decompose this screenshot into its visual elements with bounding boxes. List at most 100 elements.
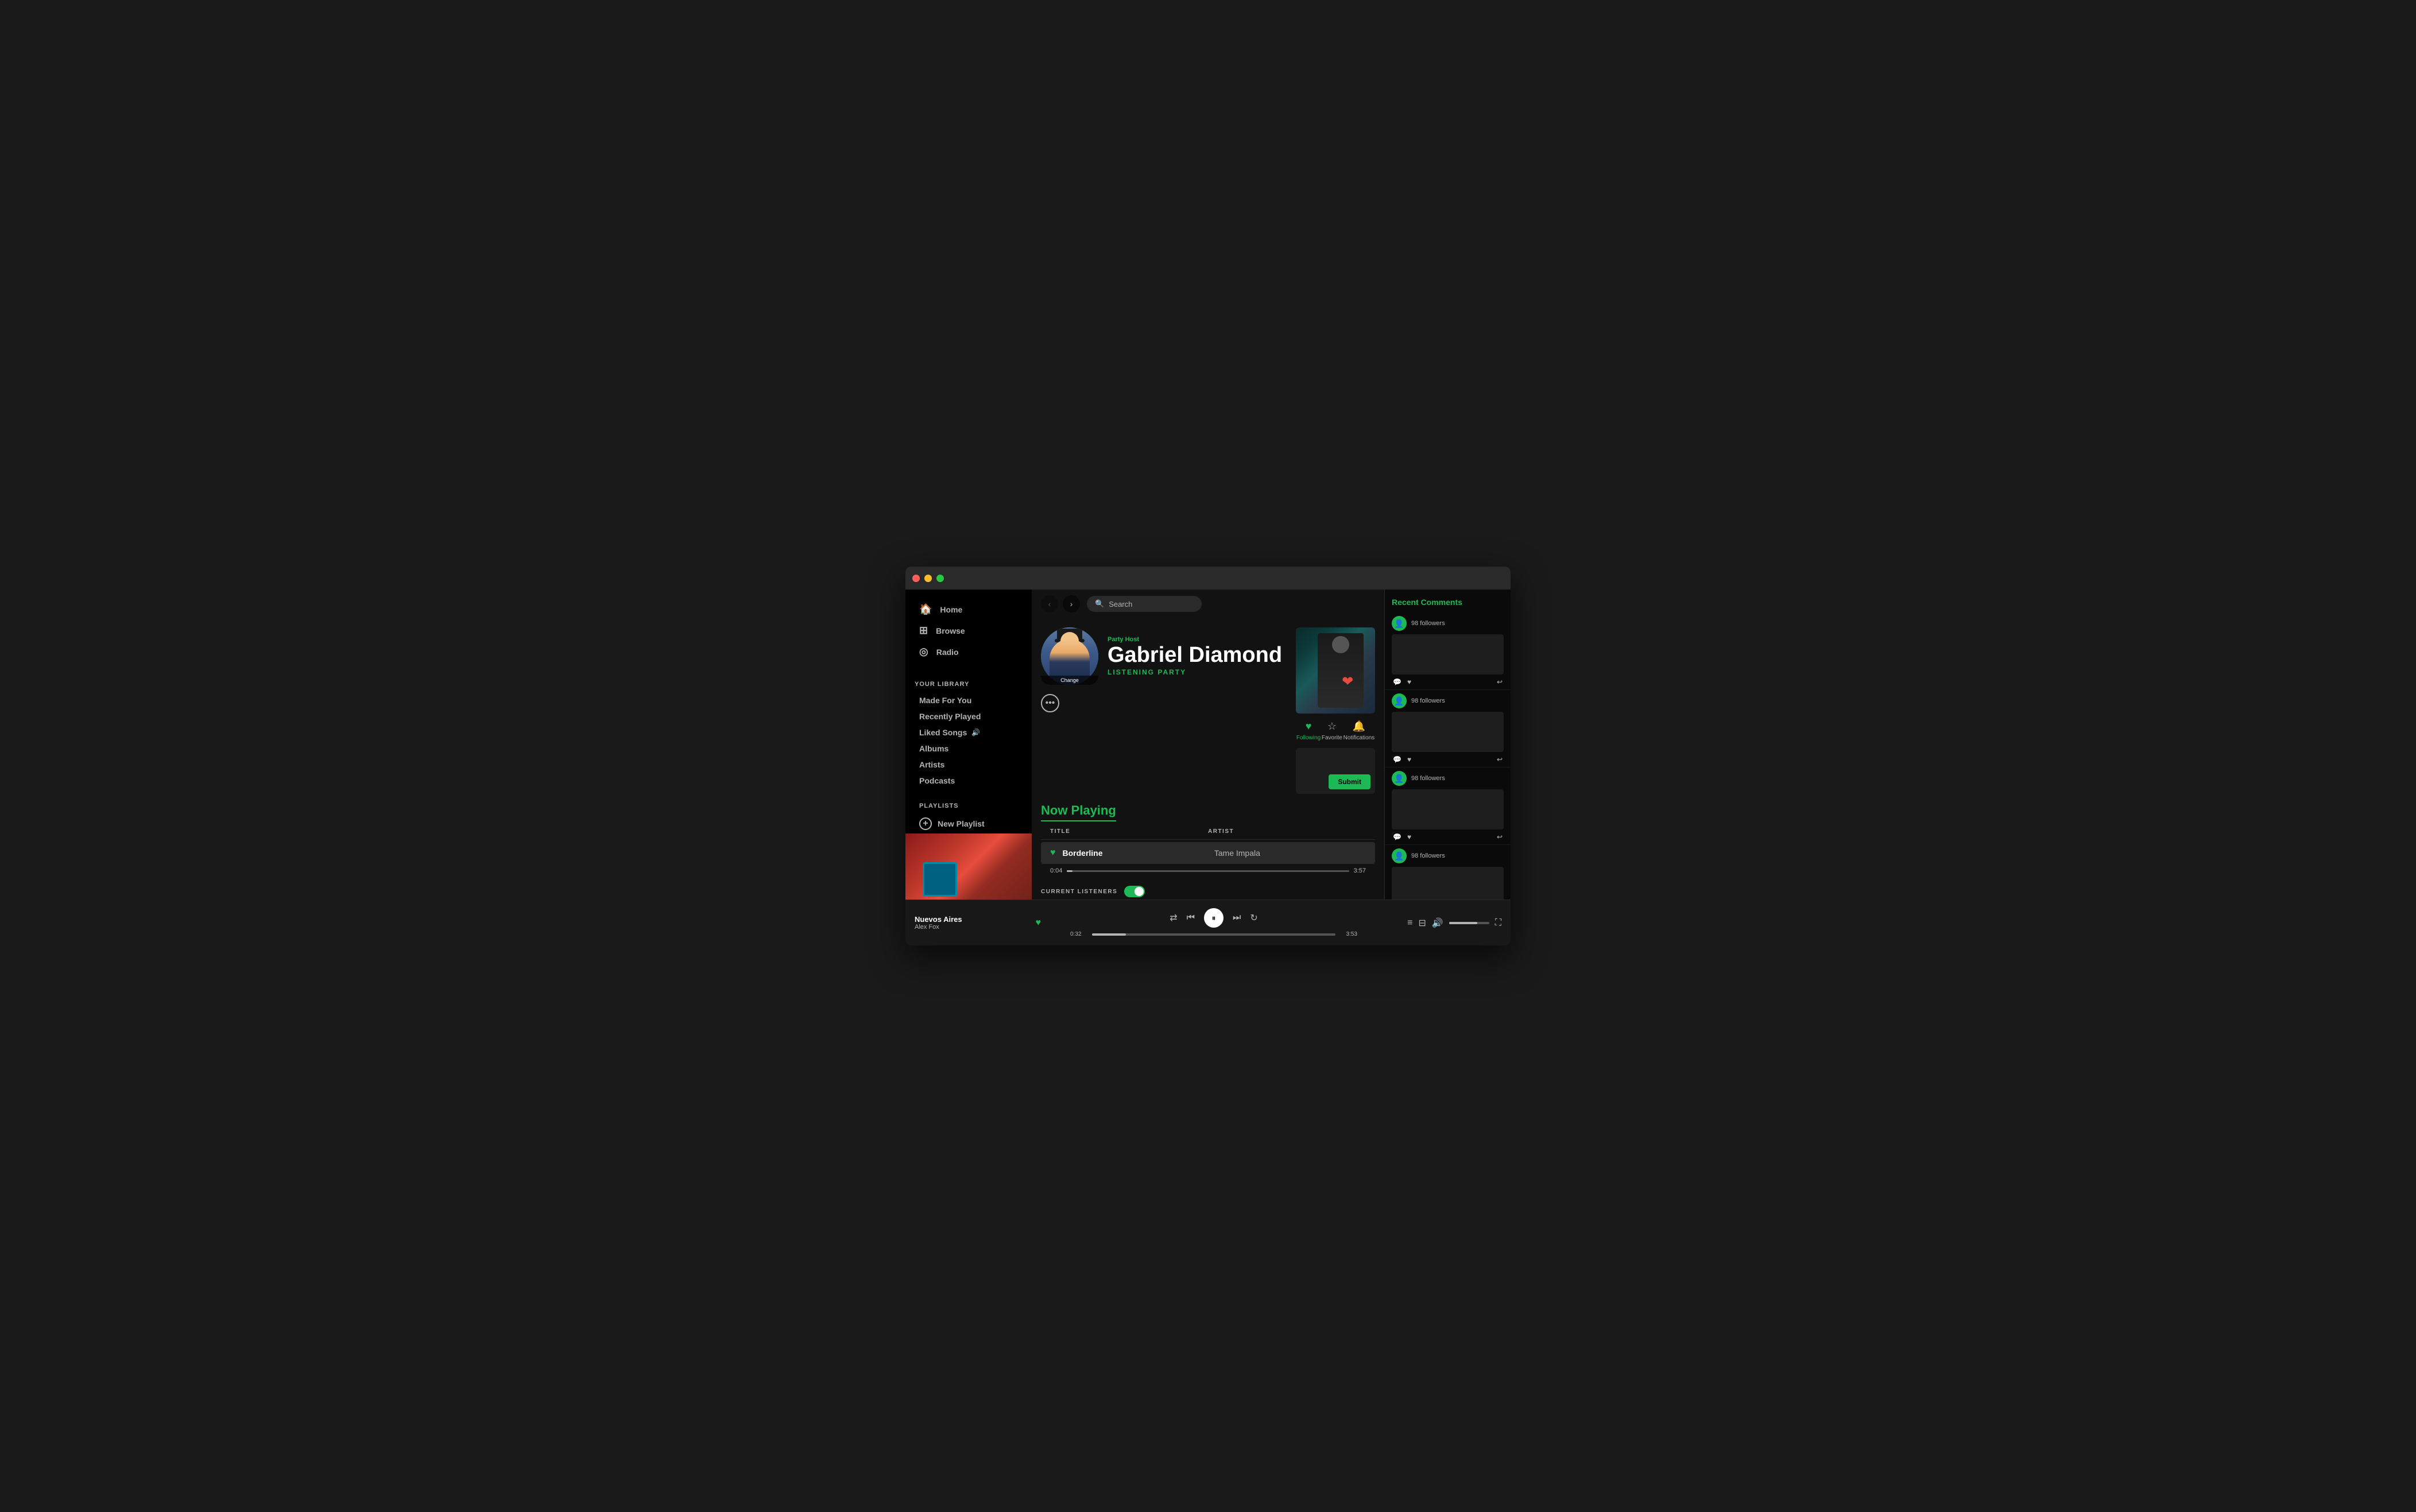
playlists-section: PLAYLISTS + New Playlist <box>905 793 1032 833</box>
volume-button[interactable]: 🔊 <box>1432 917 1443 929</box>
artists-label: Artists <box>919 760 944 769</box>
party-host-section: Change Party Host Gabriel Diamond LISTEN… <box>1032 618 1384 803</box>
comment-bubble-icon-1[interactable]: 💬 <box>1393 678 1401 686</box>
comment-user-row: 👤 98 followers <box>1392 616 1504 631</box>
app-window: 🏠 Home ⊞ Browse ◎ Radio YOUR LIBRARY Mad… <box>905 567 1511 945</box>
volume-fill <box>1449 922 1477 924</box>
notifications-label: Notifications <box>1343 735 1375 741</box>
comment-user-row-2: 👤 98 followers <box>1392 693 1504 708</box>
bottom-player: Nuevos Aires Alex Fox ♥ ⇄ ⏮ ⏸ ⏭ ↻ 0:32 3… <box>905 900 1511 945</box>
repeat-button[interactable]: ↻ <box>1250 912 1257 924</box>
new-playlist-label: New Playlist <box>938 819 985 828</box>
traffic-lights <box>912 575 944 582</box>
comment-reply-icon-3[interactable]: ↩ <box>1497 833 1503 841</box>
submit-button[interactable]: Submit <box>1329 774 1370 789</box>
party-host-label: Party Host <box>1108 636 1282 643</box>
maximize-button[interactable] <box>936 575 944 582</box>
comment-actions-2: 💬 ♥ ↩ <box>1392 755 1504 763</box>
listeners-header: CURRENT LISTENERS <box>1041 886 1375 897</box>
sidebar-item-browse[interactable]: ⊞ Browse <box>910 620 1027 641</box>
track-title: Borderline <box>1063 848 1214 858</box>
host-name: Gabriel Diamond <box>1108 644 1282 666</box>
more-button[interactable]: ••• <box>1041 694 1059 712</box>
top-bar: ‹ › 🔍 <box>1032 590 1384 618</box>
play-pause-button[interactable]: ⏸ <box>1204 908 1224 928</box>
search-input[interactable] <box>1109 600 1194 608</box>
fullscreen-button[interactable]: ⛶ <box>1495 918 1501 928</box>
search-bar: 🔍 <box>1087 596 1202 612</box>
comment-entry: 👤 98 followers 💬 ♥ ↩ <box>1385 845 1511 900</box>
home-icon: 🏠 <box>919 603 932 615</box>
forward-button[interactable]: › <box>1063 595 1080 612</box>
now-playing-section: Now Playing TITLE ARTIST ♥ Borderline Ta… <box>1032 803 1384 879</box>
track-time-row: 0:04 3:57 <box>1041 864 1375 874</box>
player-progress-bar[interactable] <box>1092 933 1335 936</box>
comment-heart-icon-3[interactable]: ♥ <box>1407 833 1411 841</box>
comment-followers-4: 98 followers <box>1411 852 1445 859</box>
new-playlist-button[interactable]: + New Playlist <box>910 814 1027 833</box>
comment-actions-1: 💬 ♥ ↩ <box>1392 678 1504 686</box>
comment-bubble-icon-3[interactable]: 💬 <box>1393 833 1401 841</box>
comment-avatar-3: 👤 <box>1392 771 1407 786</box>
following-button[interactable]: ♥ Following <box>1296 720 1321 741</box>
toggle-knob <box>1135 887 1144 896</box>
player-current-time: 0:32 <box>1070 931 1087 937</box>
sidebar-item-home[interactable]: 🏠 Home <box>910 599 1027 620</box>
app-body: 🏠 Home ⊞ Browse ◎ Radio YOUR LIBRARY Mad… <box>905 590 1511 900</box>
track-row[interactable]: ♥ Borderline Tame Impala <box>1041 842 1375 864</box>
browse-icon: ⊞ <box>919 625 928 637</box>
track-progress-bar[interactable] <box>1067 870 1349 872</box>
comment-entry: 👤 98 followers 💬 ♥ ↩ <box>1385 612 1511 690</box>
video-person <box>1318 633 1364 708</box>
notifications-button[interactable]: 🔔 Notifications <box>1343 720 1375 741</box>
library-item-made-for-you[interactable]: Made For You <box>910 692 1027 708</box>
track-artist: Tame Impala <box>1214 848 1366 858</box>
library-item-albums[interactable]: Albums <box>910 741 1027 757</box>
comment-avatar-2: 👤 <box>1392 693 1407 708</box>
library-item-liked-songs[interactable]: Liked Songs 🔊 <box>910 724 1027 741</box>
star-icon: ☆ <box>1327 720 1337 732</box>
library-item-artists[interactable]: Artists <box>910 757 1027 773</box>
minimize-button[interactable] <box>924 575 932 582</box>
next-button[interactable]: ⏭ <box>1233 913 1241 923</box>
heart-filled-icon: ♥ <box>1306 720 1312 732</box>
progress-row: 0:32 3:53 <box>1070 931 1357 937</box>
video-thumbnail: ❤ <box>1296 627 1375 714</box>
comment-reply-icon-1[interactable]: ↩ <box>1497 678 1503 686</box>
favorite-button[interactable]: ☆ Favorite <box>1322 720 1342 741</box>
comment-box-display-4 <box>1392 867 1504 900</box>
library-item-podcasts[interactable]: Podcasts <box>910 773 1027 789</box>
listeners-toggle[interactable] <box>1124 886 1145 897</box>
host-text: Party Host Gabriel Diamond LISTENING PAR… <box>1108 636 1282 676</box>
player-progress-fill <box>1092 933 1126 936</box>
comment-heart-icon-1[interactable]: ♥ <box>1407 678 1411 686</box>
comment-avatar-1: 👤 <box>1392 616 1407 631</box>
comment-avatar-4: 👤 <box>1392 848 1407 863</box>
following-label: Following <box>1296 735 1321 741</box>
library-item-recently-played[interactable]: Recently Played <box>910 708 1027 724</box>
close-button[interactable] <box>912 575 920 582</box>
queue-button[interactable]: ≡ <box>1407 918 1412 928</box>
host-avatar-wrap: Change <box>1041 627 1098 685</box>
shuffle-button[interactable]: ⇄ <box>1170 912 1177 924</box>
comment-heart-icon-2[interactable]: ♥ <box>1407 755 1411 763</box>
change-label[interactable]: Change <box>1041 676 1098 685</box>
action-buttons: ♥ Following ☆ Favorite 🔔 Notifications <box>1296 718 1375 743</box>
col-artist-header: ARTIST <box>1208 828 1366 835</box>
comment-bubble-icon-2[interactable]: 💬 <box>1393 755 1401 763</box>
current-time: 0:04 <box>1050 867 1062 874</box>
comment-entry: 👤 98 followers 💬 ♥ ↩ <box>1385 767 1511 845</box>
np-heart-icon[interactable]: ♥ <box>1036 918 1041 928</box>
comment-reply-icon-2[interactable]: ↩ <box>1497 755 1503 763</box>
title-bar <box>905 567 1511 590</box>
prev-button[interactable]: ⏮ <box>1187 913 1195 923</box>
right-panel: Recent Comments 👤 98 followers 💬 ♥ ↩ <box>1384 590 1511 900</box>
back-button[interactable]: ‹ <box>1041 595 1058 612</box>
sidebar-item-radio[interactable]: ◎ Radio <box>910 641 1027 662</box>
devices-button[interactable]: ⊟ <box>1418 917 1426 929</box>
comment-actions-3: 💬 ♥ ↩ <box>1392 833 1504 841</box>
playlists-section-title: PLAYLISTS <box>910 793 1027 814</box>
sidebar-album <box>905 833 1032 900</box>
track-progress-fill <box>1067 870 1073 872</box>
volume-slider[interactable] <box>1449 922 1489 924</box>
